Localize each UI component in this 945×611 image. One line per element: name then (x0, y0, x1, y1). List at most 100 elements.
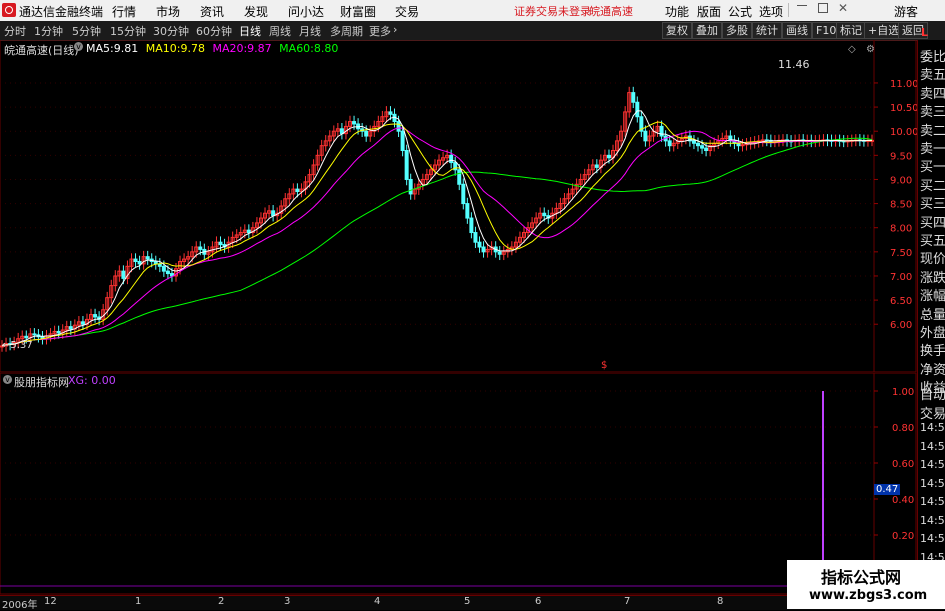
y-tick-label: 8.50 (890, 200, 912, 211)
restore-rights-button[interactable]: 复权 (662, 22, 692, 39)
candle-body (161, 265, 166, 272)
stats-button[interactable]: 统计 (752, 22, 782, 39)
y-tick-label: 7.50 (890, 248, 912, 259)
menu-item-quotes[interactable]: 行情 (112, 3, 136, 20)
candle-body (477, 241, 482, 248)
menu-item-options[interactable]: 选项 (759, 3, 783, 20)
menu-item-ask[interactable]: 问小达 (288, 3, 324, 20)
candle-body (121, 270, 126, 279)
chevron-right-icon[interactable]: › (393, 23, 397, 36)
indicator-frame (0, 373, 917, 595)
period-monthly[interactable]: 月线 (299, 23, 321, 39)
candle-body (400, 130, 405, 152)
period-60min[interactable]: 60分钟 (196, 23, 232, 39)
indicator-tick-label: 0.40 (892, 495, 914, 506)
low-price-label: ←5.37 (2, 340, 33, 351)
menu-item-layout[interactable]: 版面 (697, 3, 721, 20)
sidebar-label: 14:56 (920, 513, 945, 527)
candle-body (643, 130, 648, 142)
menu-bar: 通达信金融终端 行情 市场 资讯 发现 问小达 财富圈 交易 证券交易未登录 皖… (0, 0, 945, 21)
candle-body (165, 270, 170, 275)
candle-body (352, 121, 357, 125)
candle-body (388, 111, 393, 115)
quote-sidebar: L 委比 卖五 卖四 卖三 卖二 卖一 买一 买二 买三 买四 买五 现价 涨跌 涨幅 总量 外盘 换手 净资 收益… (917, 26, 945, 595)
watermark: 指标公式网 www.zbgs3.com (787, 560, 945, 609)
ma-line-ma10 (1, 121, 872, 347)
candle-body (32, 333, 37, 336)
settings-circle-icon[interactable]: v (74, 42, 83, 51)
sidebar-label: 现价 (920, 252, 945, 268)
candle-body (218, 241, 223, 246)
candle-body (93, 314, 98, 318)
overlay-button[interactable]: 叠加 (692, 22, 722, 39)
stock-name-link[interactable]: 皖通高速 (589, 3, 633, 19)
candle-body (497, 251, 502, 255)
period-multi[interactable]: 多周期 (330, 23, 363, 39)
multi-stock-button[interactable]: 多股 (722, 22, 752, 39)
sidebar-label: 14:56 (920, 532, 945, 545)
draw-line-button[interactable]: 画线 (782, 22, 812, 39)
main-kline-chart[interactable]: 11.00 10.50 10.00 9.50 9.00 8.50 8.00 7.50 7.00 6… (0, 40, 945, 373)
y-tick-label: 9.50 (890, 151, 912, 162)
menu-item-formula[interactable]: 公式 (728, 3, 752, 20)
menu-item-market[interactable]: 市场 (156, 3, 180, 20)
sidebar-label: 买一 (920, 160, 945, 176)
maximize-icon[interactable] (818, 3, 828, 13)
mark-button[interactable]: 标记 (836, 22, 866, 39)
config-icon[interactable]: ⚙ (866, 44, 875, 55)
y-tick-label: 10.00 (890, 127, 919, 138)
sidebar-label: 买三 (920, 197, 945, 213)
event-marker[interactable]: $ (601, 360, 607, 371)
candle-body (606, 154, 611, 159)
minimize-icon[interactable] (797, 5, 807, 6)
candle-body (667, 140, 672, 147)
indicator-xg-label: XG: 0.00 (68, 374, 116, 387)
period-1min[interactable]: 1分钟 (34, 23, 63, 39)
period-30min[interactable]: 30分钟 (153, 23, 189, 39)
menu-item-function[interactable]: 功能 (665, 3, 689, 20)
sidebar-label: 净资 (920, 362, 945, 378)
y-tick-label: 6.50 (890, 296, 912, 307)
date-tick: 4 (374, 596, 381, 607)
diamond-icon[interactable]: ◇ (848, 44, 856, 55)
chart-title: 皖通高速(日线) (4, 44, 79, 57)
sidebar-label: 买四 (920, 215, 945, 231)
date-tick: 1 (135, 596, 142, 607)
candle-body (691, 140, 696, 144)
period-daily[interactable]: 日线 (239, 23, 261, 39)
menu-item-news[interactable]: 资讯 (200, 3, 224, 20)
candle-body (473, 232, 478, 243)
indicator-tick-label: 1.00 (892, 387, 914, 398)
sidebar-label: 14:56 (920, 421, 945, 434)
candle-body (461, 183, 466, 205)
candle-body (594, 164, 599, 168)
period-more[interactable]: 更多 (369, 23, 391, 39)
y-tick-label: 6.00 (890, 320, 912, 331)
indicator-settings-icon[interactable]: v (3, 375, 12, 384)
menu-item-trade[interactable]: 交易 (395, 3, 419, 20)
period-intraday[interactable]: 分时 (4, 23, 26, 39)
watermark-url: www.zbgs3.com (809, 588, 928, 603)
candle-body (469, 217, 474, 234)
y-tick-label: 10.50 (890, 103, 919, 114)
guest-label[interactable]: 游客 (894, 3, 918, 20)
date-tick: 12 (44, 596, 57, 607)
indicator-title: 股朋指标网 (14, 376, 69, 389)
menu-item-wealth[interactable]: 财富圈 (340, 3, 376, 20)
candle-body (635, 101, 640, 118)
period-weekly[interactable]: 周线 (269, 23, 291, 39)
sidebar-label: 卖三 (920, 105, 945, 121)
candle-body (396, 121, 401, 132)
candle-body (740, 144, 745, 147)
main-frame (0, 40, 917, 373)
sidebar-label: 买二 (920, 178, 945, 194)
candle-body (408, 178, 413, 195)
period-15min[interactable]: 15分钟 (110, 23, 146, 39)
menu-item-discover[interactable]: 发现 (244, 3, 268, 20)
candle-body (542, 212, 547, 217)
sidebar-label: 14:56 (920, 476, 945, 490)
login-warning[interactable]: 证券交易未登录 (514, 3, 591, 19)
period-toolbar: 分时 1分钟 5分钟 15分钟 30分钟 60分钟 日线 周线 月线 多周期 更… (0, 21, 945, 41)
period-5min[interactable]: 5分钟 (72, 23, 101, 39)
close-icon[interactable]: ✕ (838, 1, 848, 15)
